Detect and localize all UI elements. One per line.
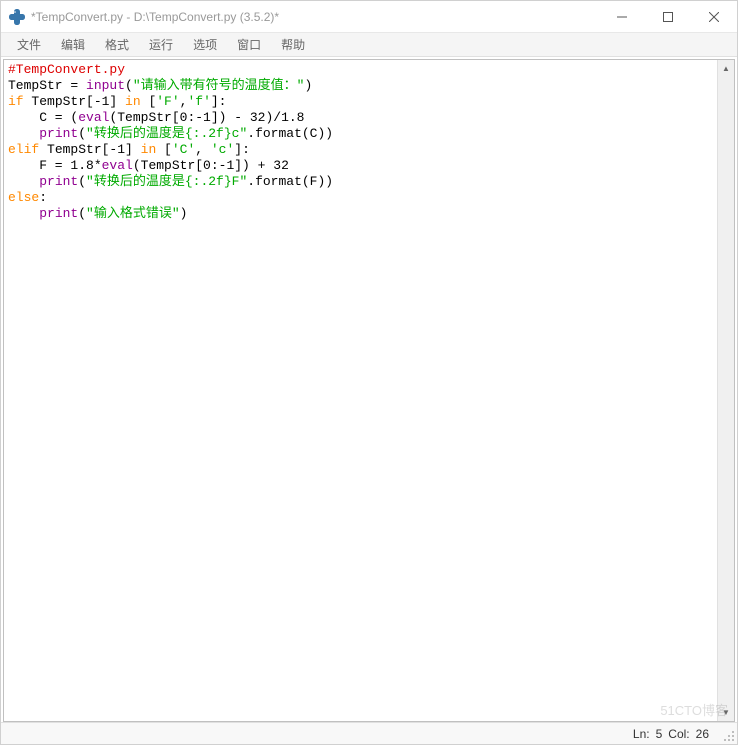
code-text: C = (	[8, 110, 78, 125]
code-builtin: eval	[78, 110, 109, 125]
code-keyword: elif	[8, 142, 39, 157]
code-text	[8, 174, 39, 189]
code-builtin: eval	[102, 158, 133, 173]
menu-help[interactable]: 帮助	[273, 34, 313, 55]
editor-container: #TempConvert.py TempStr = input("请输入带有符号…	[3, 59, 735, 722]
code-text: F = 1.8*	[8, 158, 102, 173]
code-text: (TempStr[0:-1]) - 32)/1.8	[109, 110, 304, 125]
code-text: TempStr[-1]	[39, 142, 140, 157]
window-title: *TempConvert.py - D:\TempConvert.py (3.5…	[31, 10, 599, 24]
code-string: "请输入带有符号的温度值："	[133, 78, 305, 93]
code-text: (	[78, 174, 86, 189]
status-ln-label: Ln:	[633, 727, 650, 741]
menu-bar: 文件 编辑 格式 运行 选项 窗口 帮助	[1, 33, 737, 57]
code-text: (TempStr[0:-1]) + 32	[133, 158, 289, 173]
scroll-up-icon[interactable]: ▲	[718, 60, 734, 77]
code-builtin: input	[86, 78, 125, 93]
scroll-down-icon[interactable]: ▼	[718, 704, 734, 721]
code-keyword: else	[8, 190, 39, 205]
title-bar: *TempConvert.py - D:\TempConvert.py (3.5…	[1, 1, 737, 33]
code-text: :	[39, 190, 47, 205]
minimize-button[interactable]	[599, 1, 645, 32]
code-string: "转换后的温度是{:.2f}c"	[86, 126, 247, 141]
code-text: [	[141, 94, 157, 109]
app-icon	[9, 9, 25, 25]
code-text	[8, 126, 39, 141]
code-text: .format(F))	[247, 174, 333, 189]
menu-file[interactable]: 文件	[9, 34, 49, 55]
code-text: (	[125, 78, 133, 93]
code-string: "输入格式错误"	[86, 206, 180, 221]
maximize-button[interactable]	[645, 1, 691, 32]
menu-options[interactable]: 选项	[185, 34, 225, 55]
code-text: ]:	[234, 142, 250, 157]
code-builtin: print	[39, 174, 78, 189]
code-text: [	[156, 142, 172, 157]
code-keyword: in	[141, 142, 157, 157]
code-builtin: print	[39, 126, 78, 141]
code-editor[interactable]: #TempConvert.py TempStr = input("请输入带有符号…	[4, 60, 717, 721]
code-string: 'c'	[211, 142, 234, 157]
menu-edit[interactable]: 编辑	[53, 34, 93, 55]
menu-window[interactable]: 窗口	[229, 34, 269, 55]
code-text: .format(C))	[247, 126, 333, 141]
menu-format[interactable]: 格式	[97, 34, 137, 55]
status-ln-value: 5	[656, 727, 663, 741]
window-controls	[599, 1, 737, 32]
code-string: 'F'	[156, 94, 179, 109]
close-button[interactable]	[691, 1, 737, 32]
code-text: ,	[195, 142, 211, 157]
code-builtin: print	[39, 206, 78, 221]
status-col-label: Col:	[668, 727, 689, 741]
status-bar: Ln: 5 Col: 26	[1, 722, 737, 744]
code-string: 'C'	[172, 142, 195, 157]
code-keyword: if	[8, 94, 24, 109]
menu-run[interactable]: 运行	[141, 34, 181, 55]
code-keyword: in	[125, 94, 141, 109]
code-text: ]:	[211, 94, 227, 109]
code-text: TempStr[-1]	[24, 94, 125, 109]
code-text: )	[180, 206, 188, 221]
code-string: "转换后的温度是{:.2f}F"	[86, 174, 247, 189]
vertical-scrollbar[interactable]: ▲ ▼	[717, 60, 734, 721]
status-col-value: 26	[696, 727, 709, 741]
code-text: (	[78, 126, 86, 141]
code-comment: #TempConvert.py	[8, 62, 125, 77]
code-string: 'f'	[187, 94, 210, 109]
code-text: (	[78, 206, 86, 221]
code-text	[8, 206, 39, 221]
resize-grip-icon[interactable]	[721, 728, 735, 742]
code-text: )	[304, 78, 312, 93]
code-text: TempStr =	[8, 78, 86, 93]
